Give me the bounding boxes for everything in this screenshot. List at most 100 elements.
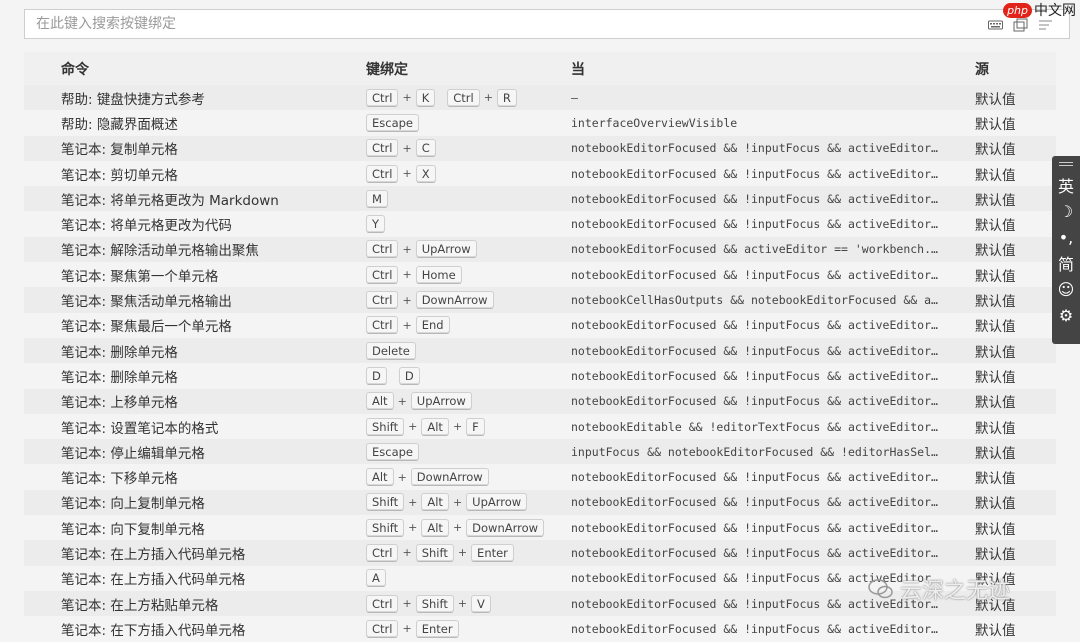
key-cap: Ctrl xyxy=(366,164,399,183)
ime-language-toggle[interactable]: 英 xyxy=(1058,172,1074,198)
table-row[interactable]: 笔记本: 停止编辑单元格 Escape inputFocus && notebook… xyxy=(24,439,1056,465)
command-cell: 笔记本: 向下复制单元格 xyxy=(61,521,205,538)
table-row[interactable]: 笔记本: 剪切单元格 Ctrl + XnotebookEditorFocused &&… xyxy=(24,161,1056,186)
source-cell: 默认值 xyxy=(975,167,1016,184)
key-cap: F xyxy=(466,417,485,436)
wechat-icon xyxy=(868,579,893,599)
table-row[interactable]: 笔记本: 向上复制单元格 Shift + Alt + UpArrow notebookEdi… xyxy=(24,489,1056,516)
keybinding-cell[interactable]: Alt + UpArrow xyxy=(329,392,533,411)
ime-simplified-toggle[interactable]: 简 xyxy=(1058,250,1074,276)
source-cell: 默认值 xyxy=(975,344,1016,361)
keybinding-cell[interactable]: Ctrl + X xyxy=(329,164,533,183)
source-cell: 默认值 xyxy=(975,116,1016,133)
column-source[interactable]: 源 xyxy=(938,59,989,79)
keyboard-icon[interactable] xyxy=(988,17,1003,31)
table-row[interactable]: 笔记本: 上移单元格 Alt + UpArrow notebookEditorFocus… xyxy=(24,388,1056,414)
keybinding-cell[interactable]: Ctrl + Home xyxy=(329,265,533,284)
table-row[interactable]: 笔记本: 删除单元格 Delete notebookEditorFocused &&… xyxy=(24,337,1056,364)
key-cap: Ctrl xyxy=(366,594,399,613)
when-cell: notebookEditorFocused && !inputFocus && … xyxy=(571,267,938,282)
key-cap: Enter xyxy=(415,619,459,638)
keybinding-cell[interactable]: Ctrl + Enter xyxy=(329,619,533,638)
key-cap: Y xyxy=(366,215,386,234)
key-cap: Escape xyxy=(366,113,420,132)
table-row[interactable]: 帮助: 隐藏界面概述 Escape interfaceOverviewVisible… xyxy=(24,110,1056,135)
command-cell: 笔记本: 聚焦第一个单元格 xyxy=(61,268,219,285)
table-row[interactable]: 笔记本: 聚焦最后一个单元格 Ctrl + End notebookEditorFocu… xyxy=(24,313,1056,338)
keybinding-cell[interactable]: Y xyxy=(329,215,533,234)
column-keybinding[interactable]: 键绑定 xyxy=(329,59,533,79)
source-cell: 默认值 xyxy=(975,622,1016,639)
when-cell: notebookEditorFocused && !inputFocus && … xyxy=(571,394,938,409)
table-row[interactable]: 笔记本: 下移单元格 Alt + DownArrow notebookEditorFoc… xyxy=(24,464,1056,489)
search-box[interactable] xyxy=(24,9,1070,39)
source-cell: 默认值 xyxy=(975,268,1016,285)
table-row[interactable]: 笔记本: 在下方插入代码单元格 Ctrl + Enter notebookEditorF… xyxy=(24,616,1056,641)
keybinding-cell[interactable]: Alt + DownArrow xyxy=(329,468,533,487)
column-when[interactable]: 当 xyxy=(533,59,938,79)
key-plus: + xyxy=(402,546,412,560)
key-plus: + xyxy=(402,318,412,332)
table-header: 命令 键绑定 当 源 xyxy=(24,52,1056,85)
keybinding-cell[interactable]: Escape xyxy=(329,442,533,461)
when-cell: notebookEditable && !editorTextFocus && … xyxy=(571,419,938,434)
table-row[interactable]: 帮助: 键盘快捷方式参考 Ctrl + K Ctrl + R — 默认值 xyxy=(24,85,1056,111)
command-cell: 帮助: 隐藏界面概述 xyxy=(61,116,178,133)
keybinding-cell[interactable]: Ctrl + K Ctrl + R xyxy=(329,88,533,107)
keybinding-cell[interactable]: Shift + Alt + DownArrow xyxy=(329,518,545,537)
keybinding-cell[interactable]: Escape xyxy=(329,113,533,132)
punctuation-icon[interactable]: •, xyxy=(1059,224,1074,250)
table-row[interactable]: 笔记本: 删除单元格 D DnotebookEditorFocused && !in… xyxy=(24,363,1056,388)
command-cell: 笔记本: 停止编辑单元格 xyxy=(61,445,205,462)
table-row[interactable]: 笔记本: 聚焦活动单元格输出 Ctrl + DownArrow notebookCell… xyxy=(24,287,1056,313)
keybinding-cell[interactable]: Ctrl + C xyxy=(329,139,533,158)
command-cell: 帮助: 键盘快捷方式参考 xyxy=(61,91,205,108)
table-row[interactable]: 笔记本: 解除活动单元格输出聚焦 Ctrl + UpArrow notebookEdit… xyxy=(24,236,1056,263)
keybinding-cell[interactable]: Ctrl + Shift + V xyxy=(329,594,533,613)
column-command[interactable]: 命令 xyxy=(24,59,329,79)
when-cell: notebookEditorFocused && !inputFocus && … xyxy=(571,495,938,510)
table-row[interactable]: 笔记本: 将单元格更改为 Markdown MnotebookEditorFocu… xyxy=(24,186,1056,212)
keybinding-cell[interactable]: Ctrl + UpArrow xyxy=(329,240,533,259)
source-cell: 默认值 xyxy=(975,395,1016,412)
command-cell: 笔记本: 在上方粘贴单元格 xyxy=(61,597,219,614)
source-cell: 默认值 xyxy=(975,496,1016,513)
keybinding-cell[interactable]: Delete xyxy=(329,341,533,360)
emoji-icon[interactable]: ☺ xyxy=(1058,276,1075,302)
key-cap: Delete xyxy=(366,341,416,360)
command-cell: 笔记本: 将单元格更改为 Markdown xyxy=(61,192,279,209)
keybinding-cell[interactable]: Ctrl + Shift + Enter xyxy=(329,543,533,562)
keybinding-cell[interactable]: Shift + Alt + UpArrow xyxy=(329,493,533,512)
source-cell: 默认值 xyxy=(975,142,1016,159)
ime-drag-handle[interactable] xyxy=(1059,162,1073,166)
when-cell: notebookEditorFocused && !inputFocus && … xyxy=(571,520,938,535)
key-plus: + xyxy=(483,91,493,105)
table-row[interactable]: 笔记本: 复制单元格 Ctrl + CnotebookEditorFocused &&… xyxy=(24,135,1056,161)
when-cell: notebookEditorFocused && !inputFocus && … xyxy=(571,621,938,636)
table-row[interactable]: 笔记本: 聚焦第一个单元格 Ctrl + Home notebookEditorFocu… xyxy=(24,262,1056,287)
command-cell: 笔记本: 向上复制单元格 xyxy=(61,496,205,513)
watermark-top: php 中文网 xyxy=(1003,0,1076,20)
moon-icon[interactable]: ☽ xyxy=(1059,198,1073,224)
search-input[interactable] xyxy=(25,10,966,38)
table-row[interactable]: 笔记本: 向下复制单元格 Shift + Alt + DownArrow notebookE… xyxy=(24,515,1056,540)
table-row[interactable]: 笔记本: 设置笔记本的格式 Shift + Alt + FnotebookEditable… xyxy=(24,414,1056,439)
keybinding-cell[interactable]: Ctrl + DownArrow xyxy=(329,291,533,310)
when-cell: — xyxy=(571,90,578,105)
keybinding-cell[interactable]: Shift + Alt + F xyxy=(329,417,533,436)
key-cap: M xyxy=(366,189,388,208)
source-cell: 默认值 xyxy=(975,471,1016,488)
source-cell: 默认值 xyxy=(975,243,1016,260)
table-row[interactable]: 笔记本: 将单元格更改为代码 YnotebookEditorFocused && … xyxy=(24,211,1056,236)
watermark-bottom: 云深之无迹 xyxy=(868,573,1010,605)
command-cell: 笔记本: 删除单元格 xyxy=(61,369,178,386)
source-cell: 默认值 xyxy=(975,91,1016,108)
keybinding-cell[interactable]: Ctrl + End xyxy=(329,316,533,335)
gear-icon[interactable]: ⚙ xyxy=(1059,302,1073,328)
key-cap: K xyxy=(415,88,436,107)
keybinding-cell[interactable]: DD xyxy=(329,366,533,385)
table-row[interactable]: 笔记本: 在上方插入代码单元格 Ctrl + Shift + Enter notebookE… xyxy=(24,540,1056,566)
keybinding-cell[interactable]: A xyxy=(329,569,533,588)
keybinding-cell[interactable]: M xyxy=(329,189,533,208)
source-cell: 默认值 xyxy=(975,192,1016,209)
